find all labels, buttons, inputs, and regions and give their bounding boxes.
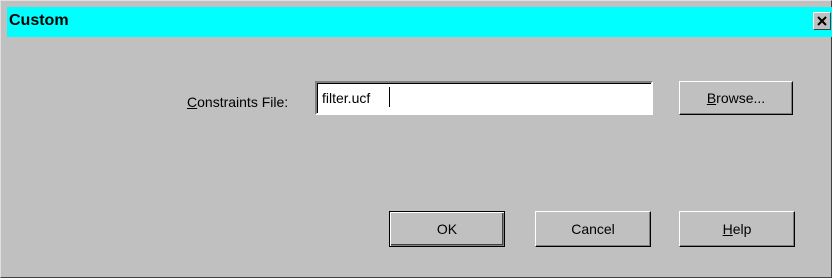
- constraints-label-mnemonic: C: [187, 94, 198, 110]
- help-mnemonic: H: [722, 221, 733, 237]
- constraints-file-label: Constraints File:: [187, 93, 288, 111]
- browse-label: rowse...: [716, 90, 766, 106]
- custom-dialog: Custom Constraints File: Browse... OK Ca…: [0, 0, 832, 278]
- constraints-label-text: onstraints File:: [197, 94, 289, 110]
- title-bar[interactable]: Custom: [7, 7, 832, 37]
- browse-button[interactable]: Browse...: [679, 81, 793, 115]
- help-button[interactable]: Help: [679, 211, 795, 247]
- close-button[interactable]: [813, 12, 831, 30]
- dialog-title: Custom: [9, 12, 69, 29]
- ok-button[interactable]: OK: [389, 211, 505, 247]
- cancel-button[interactable]: Cancel: [535, 211, 651, 247]
- constraints-file-field-wrap: [315, 81, 653, 115]
- close-icon: [817, 16, 827, 26]
- text-caret: [389, 87, 390, 107]
- help-label: elp: [732, 221, 752, 237]
- browse-mnemonic: B: [706, 90, 717, 106]
- constraints-file-input[interactable]: [315, 81, 653, 115]
